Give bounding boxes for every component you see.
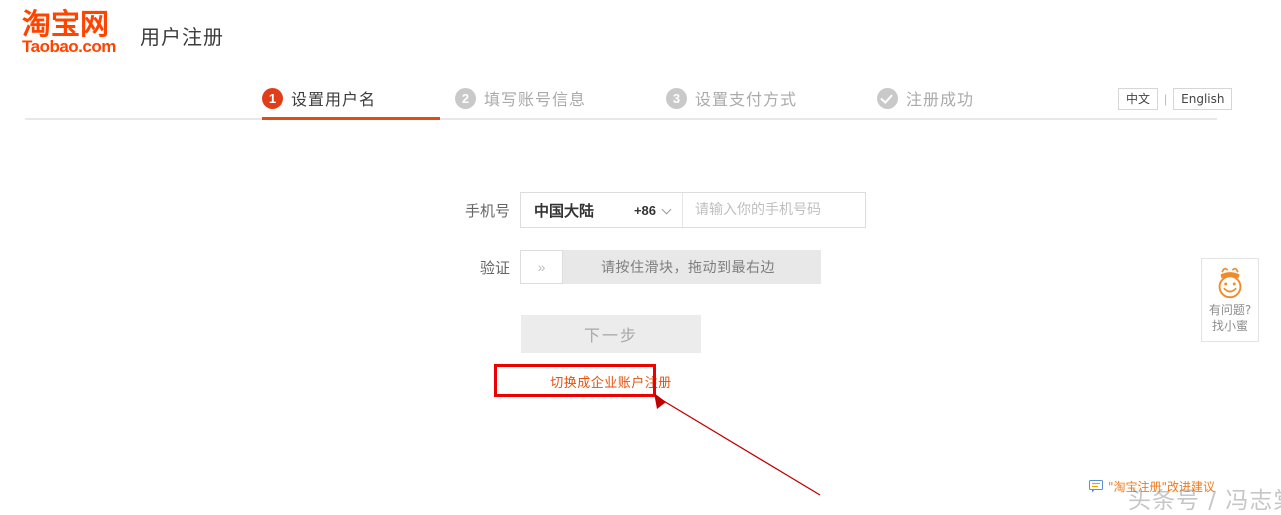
step-registration-success[interactable]: 注册成功 (877, 86, 974, 110)
annotation-arrow (654, 393, 821, 496)
captcha-row: 验证 » 请按住滑块，拖动到最右边 (455, 250, 821, 284)
country-dial-code: +86 (633, 202, 656, 218)
slider-captcha-track[interactable]: » 请按住滑块，拖动到最右边 (520, 250, 821, 284)
chevron-down-icon (663, 206, 672, 215)
step-2-number: 2 (455, 87, 477, 109)
captcha-label: 验证 (479, 258, 510, 277)
switch-to-enterprise-account-link[interactable]: 切换成企业账户注册 (521, 372, 701, 391)
phone-label: 手机号 (464, 201, 510, 220)
feedback-note-icon (1089, 480, 1103, 493)
taobao-logo[interactable]: 淘宝网 Taobao.com (22, 9, 138, 56)
step-1-number: 1 (262, 87, 283, 109)
step-set-username[interactable]: 1 设置用户名 (262, 86, 376, 110)
registration-steps: 1 设置用户名 2 填写账号信息 3 设置支付方式 注册成功 (0, 78, 1281, 120)
honeybee-mascot-icon (1218, 267, 1242, 299)
slider-captcha-hint: 请按住滑块，拖动到最右边 (601, 260, 775, 276)
step-fill-account-info[interactable]: 2 填写账号信息 (455, 86, 586, 110)
step-3-label: 设置支付方式 (695, 90, 798, 109)
help-widget-line2: 找小蜜 (1211, 319, 1248, 333)
help-widget-line1: 有问题? (1208, 303, 1252, 317)
active-step-underline (262, 117, 440, 120)
phone-input[interactable] (683, 193, 865, 227)
help-widget[interactable]: 有问题? 找小蜜 (1201, 258, 1259, 342)
phone-row: 手机号 中国大陆 +86 (455, 192, 866, 228)
slider-captcha-handle[interactable]: » (520, 250, 563, 284)
feedback-text: "淘宝注册"改进建议 (1108, 480, 1216, 494)
page-header: 淘宝网 Taobao.com 用户注册 (0, 0, 1281, 70)
country-select[interactable]: 中国大陆 +86 (521, 193, 683, 227)
phone-field: 中国大陆 +86 (520, 192, 866, 228)
step-3-number: 3 (666, 87, 688, 109)
next-step-button[interactable]: 下一步 (521, 315, 701, 353)
page-title: 用户注册 (140, 25, 224, 49)
check-circle-icon (877, 87, 899, 109)
logo-chinese-text: 淘宝网 (22, 7, 110, 41)
step-2-label: 填写账号信息 (484, 90, 587, 109)
feedback-link[interactable]: "淘宝注册"改进建议 (1089, 478, 1215, 495)
step-set-payment[interactable]: 3 设置支付方式 (666, 86, 797, 110)
steps-divider (25, 118, 1217, 120)
step-1-label: 设置用户名 (291, 90, 377, 109)
country-name: 中国大陆 (534, 201, 595, 220)
step-4-label: 注册成功 (906, 90, 975, 109)
logo-english-text: Taobao.com (22, 37, 116, 56)
